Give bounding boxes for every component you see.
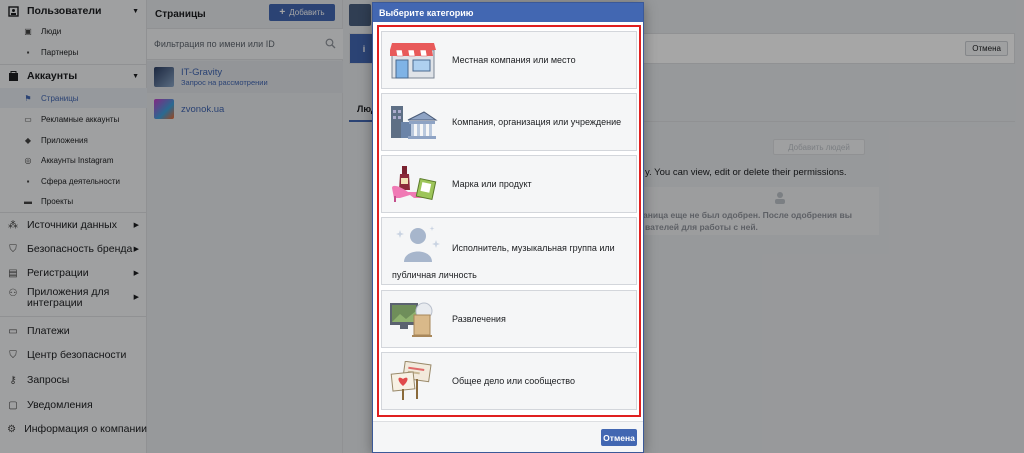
- category-label: Общее дело или сообщество: [452, 376, 575, 386]
- public-figure-icon: [396, 226, 440, 262]
- category-label-continued: публичная личность: [392, 270, 477, 280]
- category-label: Компания, организация или учреждение: [452, 117, 622, 127]
- category-local-business[interactable]: Местная компания или место: [381, 31, 637, 89]
- category-company[interactable]: Компания, организация или учреждение: [381, 93, 637, 151]
- category-entertainment[interactable]: Развлечения: [381, 290, 637, 348]
- dialog-footer: Отмена: [373, 421, 643, 452]
- category-brand-product[interactable]: Марка или продукт: [381, 155, 637, 213]
- storefront-icon: [390, 43, 436, 79]
- choose-category-dialog: Выберите категорию Местная компания или …: [372, 2, 644, 453]
- product-icon: [392, 166, 437, 202]
- category-label: Марка или продукт: [452, 179, 532, 189]
- category-label: Местная компания или место: [452, 55, 576, 65]
- dialog-title: Выберите категорию: [373, 3, 643, 22]
- category-public-figure[interactable]: Исполнитель, музыкальная группа или публ…: [381, 217, 637, 285]
- category-label: Развлечения: [452, 314, 506, 324]
- institution-icon: [391, 106, 438, 139]
- category-cause-community[interactable]: Общее дело или сообщество: [381, 352, 637, 410]
- highlight-frame: Местная компания или место Компания, орг…: [377, 25, 641, 417]
- category-label: Исполнитель, музыкальная группа или: [452, 243, 615, 253]
- community-signs-icon: [390, 361, 432, 400]
- entertainment-icon: [390, 302, 433, 337]
- dialog-cancel-button[interactable]: Отмена: [601, 429, 637, 446]
